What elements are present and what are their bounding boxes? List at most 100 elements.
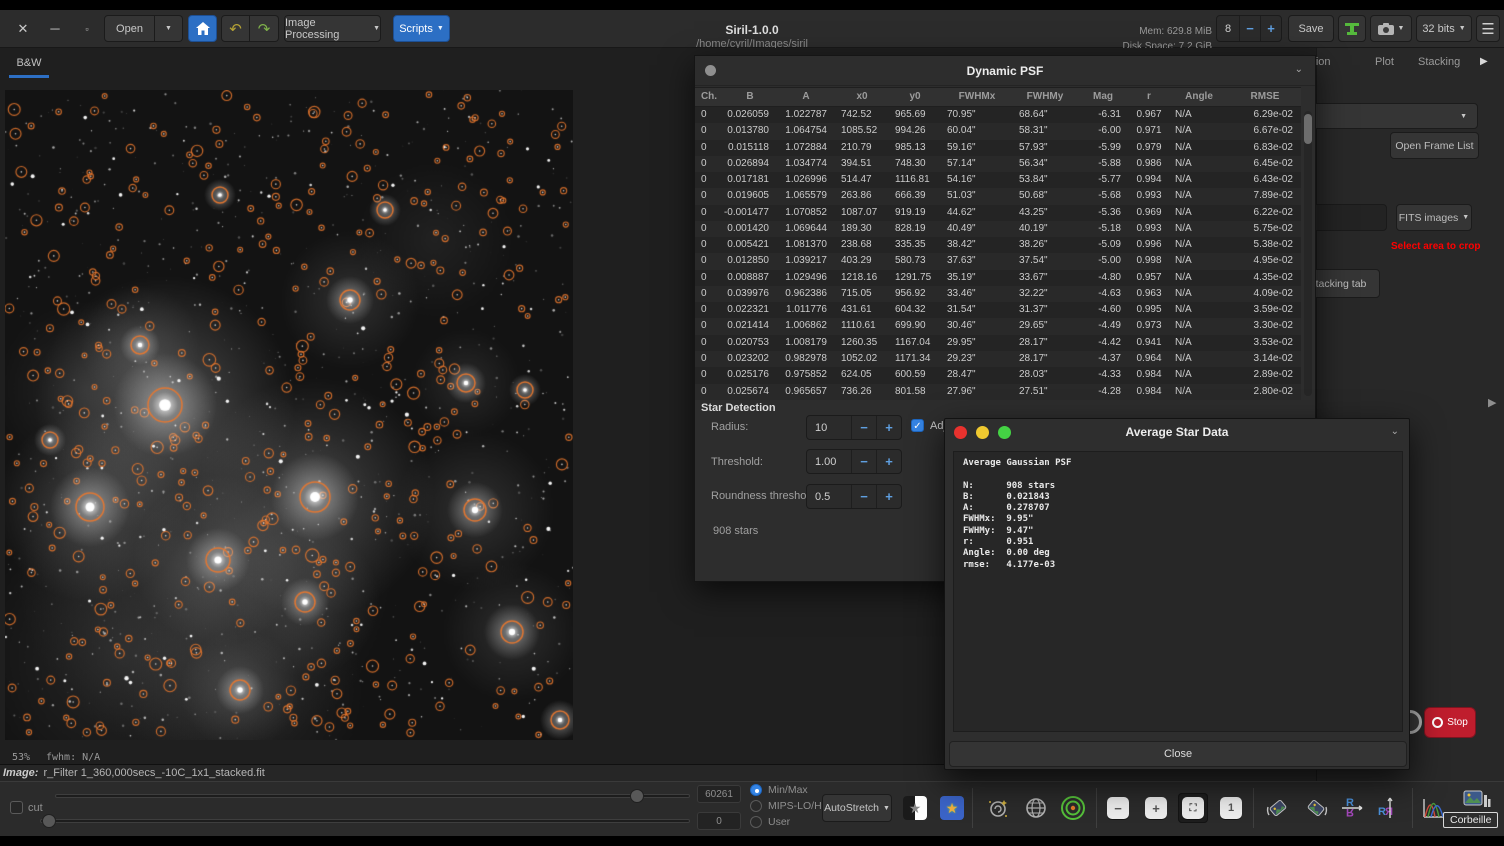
psf-column-header[interactable]: r [1129, 88, 1169, 106]
mips-lohi-radio[interactable] [750, 800, 762, 812]
psf-dialog-titlebar[interactable]: Dynamic PSF ⌄ [695, 56, 1315, 86]
threads-decrement-button[interactable]: − [1239, 16, 1260, 41]
psf-column-header[interactable]: B [723, 88, 777, 106]
psf-cell: 28.03" [1019, 369, 1048, 381]
close-button[interactable]: Close [949, 741, 1407, 767]
psf-table-row[interactable]: 0 0.008887 1.029496 1218.16 1291.75 35.19" 33.… [695, 269, 1301, 286]
psf-cell: 6.45e-02 [1253, 157, 1293, 169]
restore-window-icon[interactable]: ▫ [76, 19, 98, 39]
chevron-down-icon[interactable]: ⌄ [1295, 64, 1303, 75]
astrometry-button[interactable] [983, 793, 1013, 823]
hi-slider[interactable] [55, 789, 690, 803]
hamburger-menu-button[interactable]: ☰ [1476, 15, 1500, 42]
psf-column-header[interactable]: FWHMy [1013, 88, 1077, 106]
zoom-one-button[interactable]: 1 [1216, 793, 1246, 823]
psf-table-row[interactable]: 0 0.025674 0.965657 736.26 801.58 27.96" 27.51… [695, 383, 1301, 400]
psf-table-row[interactable]: 0 0.023202 0.982978 1052.02 1171.34 29.23" 28.… [695, 350, 1301, 368]
save-as-button[interactable] [1338, 15, 1366, 42]
psf-column-header[interactable]: y0 [889, 88, 941, 106]
psf-table-row[interactable]: 0 0.019605 1.065579 263.86 666.39 51.03" 50.68… [695, 188, 1301, 205]
open-frame-list-button[interactable]: Open Frame List [1390, 132, 1479, 159]
minmax-radio[interactable] [750, 784, 762, 796]
open-dropdown-button[interactable]: ▼ [155, 15, 183, 42]
psf-column-header[interactable]: A [777, 88, 835, 106]
psf-column-header[interactable]: Ch. [695, 88, 723, 106]
cut-checkbox[interactable] [10, 801, 23, 814]
tab-bw[interactable]: B&W [9, 50, 49, 76]
psf-table-row[interactable]: 0 0.021414 1.006862 1110.61 699.90 30.46" 29.6… [695, 318, 1301, 335]
scripts-menu-button[interactable]: Scripts ▼ [393, 15, 450, 42]
hi-value-input[interactable]: 60261 [697, 785, 741, 803]
save-button[interactable]: Save [1288, 15, 1334, 42]
psf-table-row[interactable]: 0 0.005421 1.081370 238.68 335.35 38.42" 38.26… [695, 237, 1301, 254]
zoom-fit-button[interactable]: ⛶ [1178, 793, 1208, 823]
psf-table-scrollbar[interactable] [1304, 111, 1312, 396]
open-button[interactable]: Open [104, 15, 155, 42]
panel-expander-icon[interactable]: ▶ [1488, 396, 1496, 409]
starfield-image[interactable] [5, 90, 573, 740]
star-detection-button[interactable]: ★ [937, 793, 967, 823]
psf-column-header[interactable]: x0 [835, 88, 889, 106]
minimize-window-icon[interactable]: ─ [44, 19, 66, 39]
snapshot-button[interactable]: ▼ [1370, 15, 1412, 42]
threshold-increment-button[interactable]: + [876, 450, 901, 473]
psf-table-row[interactable]: 0 0.013780 1.064754 1085.52 994.26 60.04" 58.3… [695, 123, 1301, 140]
undo-button[interactable]: ↶ [221, 15, 250, 42]
psf-table-row[interactable]: 0 0.015118 1.072884 210.79 985.13 59.16" 57.93… [695, 139, 1301, 156]
home-button[interactable] [188, 15, 217, 42]
fits-images-dropdown[interactable]: FITS images ▼ [1396, 204, 1472, 231]
user-radio[interactable] [750, 816, 762, 828]
psf-table-row[interactable]: 0 0.022321 1.011776 431.61 604.32 31.54" 31.37… [695, 302, 1301, 319]
roundness-decrement-button[interactable]: − [851, 485, 876, 508]
world-coordinates-button[interactable] [1021, 793, 1051, 823]
zoom-in-button[interactable]: + [1141, 793, 1171, 823]
threshold-spinner[interactable]: 1.00 − + [806, 449, 902, 474]
psf-table-row[interactable]: 0 -0.001477 1.070852 1087.07 919.19 44.62" 43.… [695, 204, 1301, 221]
radius-increment-button[interactable]: + [876, 416, 901, 439]
psf-table-row[interactable]: 0 0.020753 1.008179 1260.35 1167.04 29.95" 28.… [695, 334, 1301, 351]
close-window-icon[interactable]: ✕ [12, 19, 34, 39]
negative-view-button[interactable]: ★ [900, 793, 930, 823]
psf-table-row[interactable]: 0 0.026059 1.022787 742.52 965.69 70.95" 68.64… [695, 107, 1301, 124]
hi-slider-handle[interactable] [630, 789, 644, 803]
roundness-spinner[interactable]: 0.5 − + [806, 484, 902, 509]
autostretch-dropdown[interactable]: AutoStretch ▼ [822, 794, 892, 822]
roundness-increment-button[interactable]: + [876, 485, 901, 508]
psf-table-row[interactable]: 0 0.025176 0.975852 624.05 600.59 28.47" 28.03… [695, 367, 1301, 384]
lo-value-input[interactable]: 0 [697, 812, 741, 830]
psf-scrollbar-thumb[interactable] [1304, 114, 1312, 144]
psf-cell: 0.971 [1136, 125, 1162, 137]
flip-horizontal-button[interactable]: R R [1375, 793, 1405, 823]
chevron-down-icon[interactable]: ⌄ [1391, 426, 1399, 437]
rotate-left-button[interactable] [1263, 793, 1293, 823]
radius-decrement-button[interactable]: − [851, 416, 876, 439]
psf-column-header[interactable]: Mag [1077, 88, 1129, 106]
psf-column-header[interactable]: FWHMx [941, 88, 1013, 106]
psf-table-row[interactable]: 0 0.012850 1.039217 403.29 580.73 37.63" 37.54… [695, 253, 1301, 270]
adjusted-checkbox[interactable]: ✓ [911, 419, 924, 432]
zoom-out-button[interactable]: − [1103, 793, 1133, 823]
rotate-right-button[interactable] [1301, 793, 1331, 823]
flip-vertical-button[interactable]: R R [1338, 793, 1368, 823]
photometry-button[interactable] [1058, 793, 1088, 823]
psf-column-header[interactable]: Angle [1169, 88, 1229, 106]
threshold-decrement-button[interactable]: − [851, 450, 876, 473]
threads-spinner[interactable]: 8 − + [1216, 15, 1282, 42]
psf-table-row[interactable]: 0 0.026894 1.034774 394.51 748.30 57.14" 56.34… [695, 155, 1301, 173]
psf-table-row[interactable]: 0 0.039976 0.962386 715.05 956.92 33.46" 32.22… [695, 285, 1301, 303]
psf-table-row[interactable]: 0 0.001420 1.069644 189.30 828.19 40.49" 40.19… [695, 220, 1301, 238]
tab-stacking[interactable]: Stacking [1418, 56, 1460, 68]
tabs-scroll-right-icon[interactable]: ▶ [1480, 56, 1488, 67]
psf-table-row[interactable]: 0 0.017181 1.026996 514.47 1116.81 54.16" 53.8… [695, 172, 1301, 189]
redo-button[interactable]: ↷ [250, 15, 279, 42]
tab-plot[interactable]: Plot [1375, 56, 1394, 68]
stop-button[interactable]: Stop [1424, 707, 1476, 738]
lo-slider[interactable] [40, 814, 690, 828]
bit-depth-dropdown[interactable]: 32 bits ▼ [1416, 15, 1472, 42]
image-processing-menu-button[interactable]: Image Processing ▼ [284, 15, 381, 42]
psf-column-header[interactable]: RMSE [1229, 88, 1301, 106]
lo-slider-handle[interactable] [42, 814, 56, 828]
radius-spinner[interactable]: 10 − + [806, 415, 902, 440]
avg-dialog-titlebar[interactable]: Average Star Data ⌄ [945, 419, 1409, 445]
threads-increment-button[interactable]: + [1260, 16, 1281, 41]
